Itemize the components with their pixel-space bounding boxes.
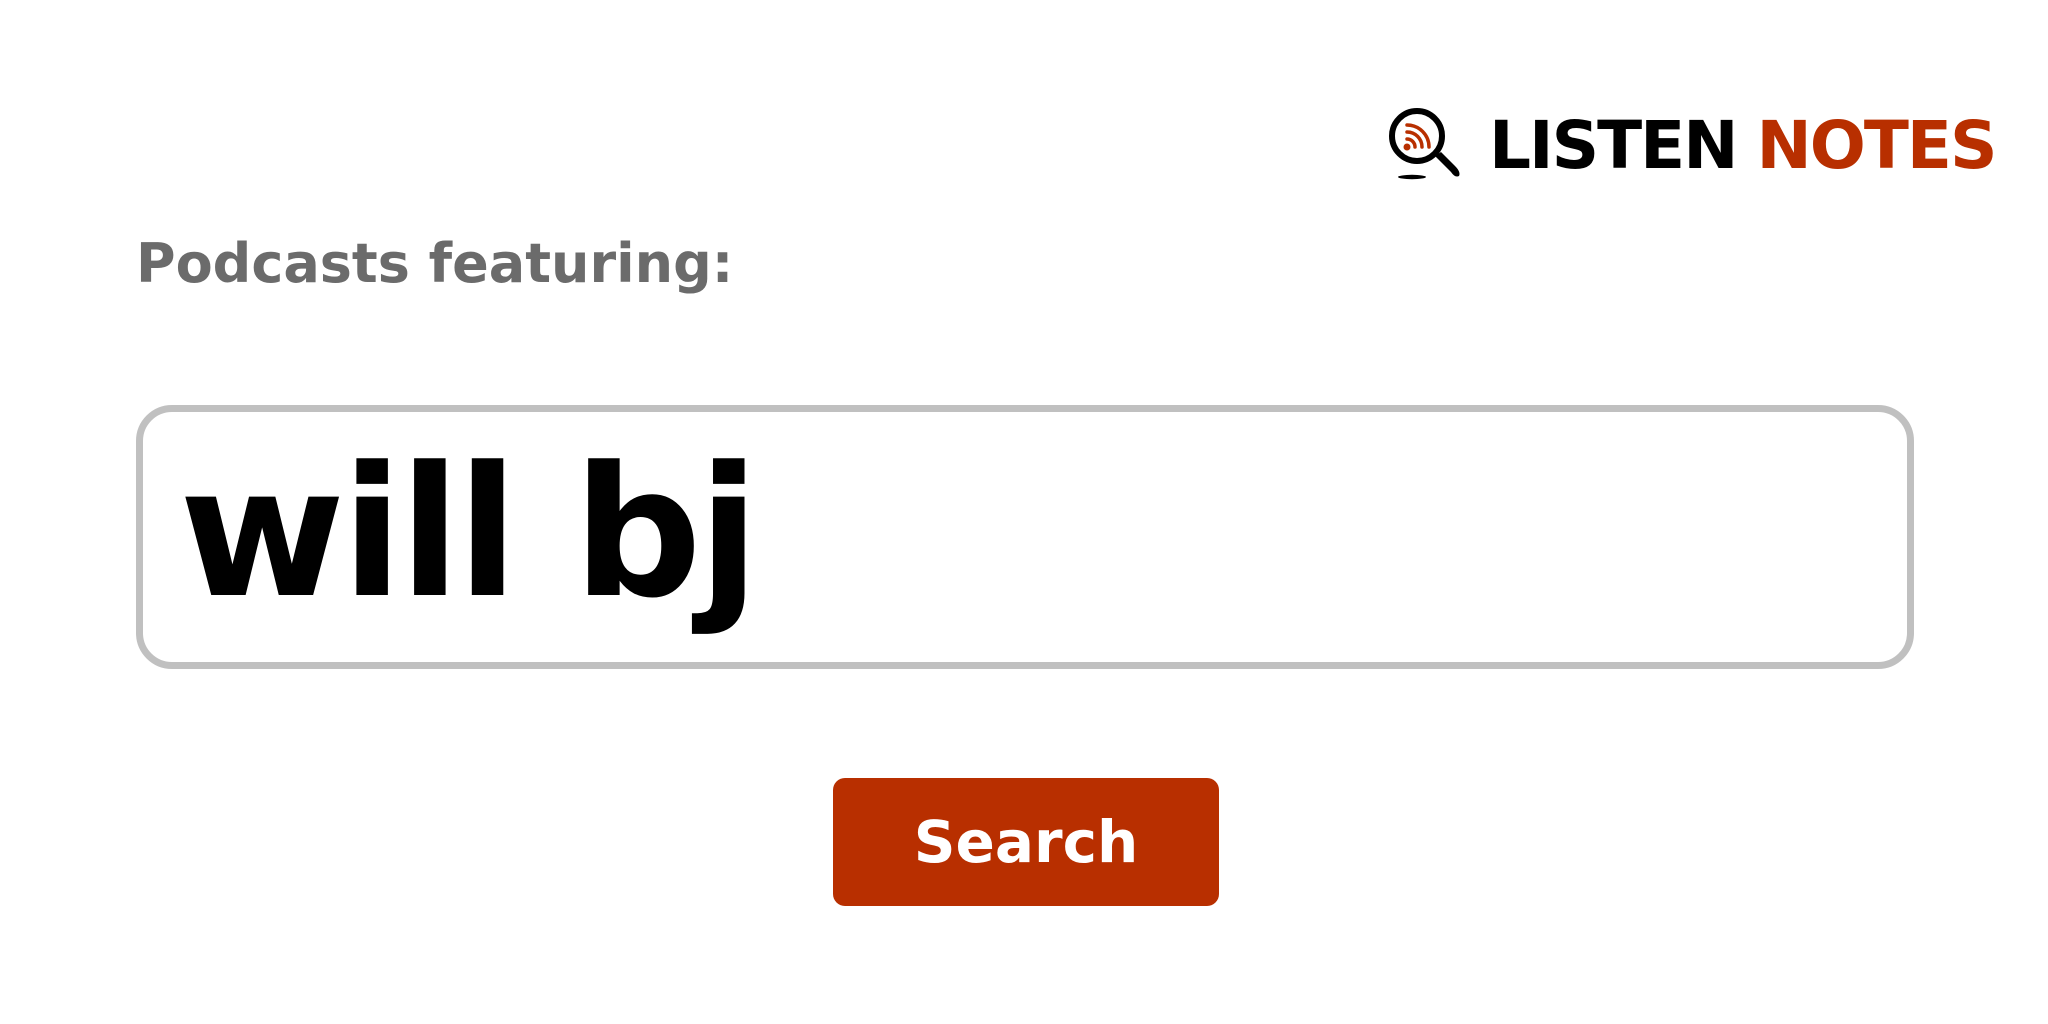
page-heading: Podcasts featuring:	[136, 232, 734, 295]
logo-word-notes: NOTES	[1756, 107, 1998, 184]
search-button[interactable]: Search	[833, 778, 1219, 906]
podcast-search-icon	[1389, 108, 1460, 180]
search-input[interactable]	[179, 428, 1871, 638]
logo-word-listen: LISTEN	[1489, 107, 1738, 184]
logo-wordmark: LISTEN NOTES	[1489, 113, 1997, 179]
search-box[interactable]	[136, 405, 1914, 669]
listen-notes-logo[interactable]: LISTEN NOTES	[1385, 106, 1997, 186]
